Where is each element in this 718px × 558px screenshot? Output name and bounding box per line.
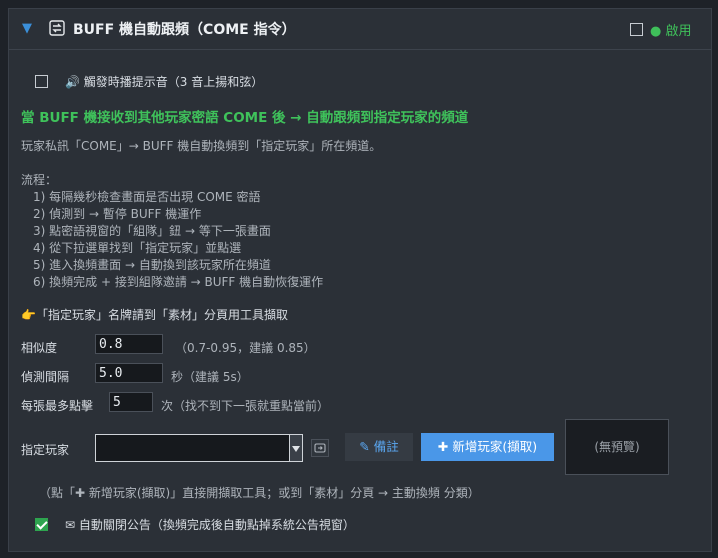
sound-checkbox[interactable]	[35, 75, 48, 88]
description: 玩家私訊「COME」→ BUFF 機自動換頻到「指定玩家」所在頻道。	[21, 139, 382, 153]
player-preview: (無預覽)	[565, 419, 669, 475]
collapse-triangle-icon[interactable]: ▼	[22, 21, 32, 36]
flow-step: 1) 每隔幾秒檢查畫面是否出現 COME 密語	[33, 190, 261, 204]
swap-icon	[49, 20, 65, 36]
max-clicks-label: 每張最多點擊	[21, 399, 94, 413]
nameplate-hint: 👉「指定玩家」名牌請到「素材」分頁用工具擷取	[21, 308, 288, 322]
flow-step: 4) 從下拉選單找到「指定玩家」並點選	[33, 241, 242, 255]
enable-label[interactable]: ● 啟用	[650, 20, 691, 39]
interval-label: 偵測間隔	[21, 370, 70, 384]
interval-hint: 秒（建議 5s）	[171, 370, 249, 384]
max-clicks-input[interactable]: 5	[109, 392, 153, 412]
chevron-down-icon[interactable]	[289, 434, 303, 462]
refresh-icon	[314, 443, 326, 453]
auto-close-checkbox[interactable]	[35, 518, 48, 531]
panel-title: BUFF 機自動跟頻（COME 指令）	[73, 22, 296, 38]
flow-step: 2) 偵測到 → 暫停 BUFF 機運作	[33, 207, 202, 221]
note-button[interactable]: ✎ 備註	[345, 433, 413, 461]
interval-input[interactable]: 5.0	[95, 363, 163, 383]
come-command-panel: ▼ BUFF 機自動跟頻（COME 指令） ● 啟用 🔊 觸發時播提示音（3 音…	[8, 8, 712, 552]
flow-step: 6) 換頻完成 + 接到組隊邀請 → BUFF 機自動恢復運作	[33, 275, 324, 289]
similarity-hint: （0.7-0.95，建議 0.85）	[175, 341, 316, 355]
panel-header[interactable]: ▼ BUFF 機自動跟頻（COME 指令） ● 啟用	[9, 9, 711, 50]
player-select[interactable]	[95, 434, 301, 462]
flow-title: 流程：	[21, 173, 58, 187]
player-label: 指定玩家	[21, 443, 70, 457]
add-player-button[interactable]: ✚ 新增玩家(擷取)	[421, 433, 554, 461]
tool-hint: （點「✚ 新增玩家(擷取)」直接開擷取工具；或到「素材」分頁 → 主動換頻 分類…	[39, 486, 480, 500]
similarity-label: 相似度	[21, 341, 58, 355]
enable-checkbox[interactable]	[630, 23, 643, 36]
max-clicks-hint: 次（找不到下一張就重點當前）	[161, 399, 330, 413]
similarity-input[interactable]: 0.8	[95, 334, 163, 354]
sound-option-label[interactable]: 🔊 觸發時播提示音（3 音上揚和弦）	[65, 73, 263, 90]
flow-step: 5) 進入換頻畫面 → 自動換到該玩家所在頻道	[33, 258, 271, 272]
auto-close-label[interactable]: ✉ 自動關閉公告（換頻完成後自動點掉系統公告視窗）	[65, 516, 355, 533]
refresh-button[interactable]	[311, 439, 329, 457]
flow-step: 3) 點密語視窗的「組隊」鈕 → 等下一張畫面	[33, 224, 271, 238]
headline: 當 BUFF 機接收到其他玩家密語 COME 後 → 自動跟頻到指定玩家的頻道	[21, 110, 469, 126]
